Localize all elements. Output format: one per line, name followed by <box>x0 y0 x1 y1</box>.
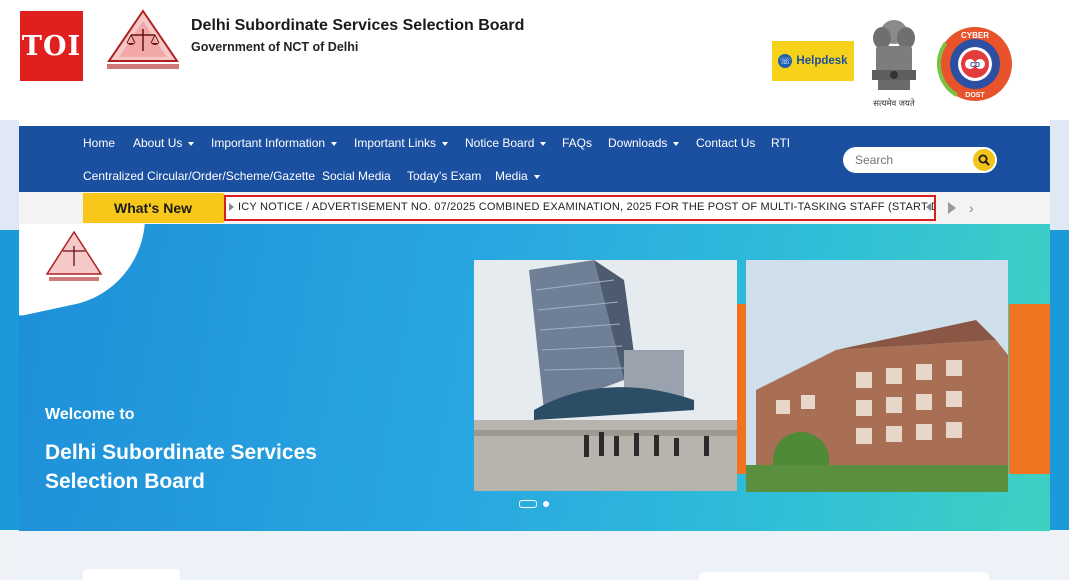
main-navigation: Home About Us Important Information Impo… <box>19 126 1050 192</box>
banner-title-line1: Delhi Subordinate Services <box>45 441 317 464</box>
nav-faqs[interactable]: FAQs <box>562 136 592 150</box>
news-ticker[interactable]: ICY NOTICE / ADVERTISEMENT NO. 07/2025 C… <box>224 195 936 221</box>
building-photo-office-block <box>746 260 1008 492</box>
helpdesk-label: Helpdesk <box>796 55 848 67</box>
banner-dsssb-logo <box>45 230 103 281</box>
caret-down-icon <box>533 174 540 179</box>
caret-down-icon <box>331 141 338 146</box>
hero-banner: Welcome to Delhi Subordinate Services Se… <box>19 224 1050 531</box>
carousel-dot[interactable] <box>543 501 549 507</box>
emblem-caption: सत्यमेव जयते <box>873 98 915 108</box>
content-tab[interactable] <box>83 569 180 580</box>
ticker-play-icon[interactable] <box>948 202 956 214</box>
caret-down-icon <box>442 141 449 146</box>
caret-down-icon <box>673 141 680 146</box>
nav-todays-exam[interactable]: Today's Exam <box>407 169 481 183</box>
nav-centralized-circular[interactable]: Centralized Circular/Order/Scheme/Gazett… <box>83 169 315 183</box>
nav-important-links[interactable]: Important Links <box>354 136 449 150</box>
site-title: Delhi Subordinate Services Selection Boa… <box>191 17 525 34</box>
national-emblem: सत्यमेव जयते <box>864 12 924 112</box>
nav-social-media[interactable]: Social Media <box>322 169 391 183</box>
dsssb-logo[interactable] <box>103 7 183 73</box>
content-section-top <box>19 531 1050 580</box>
whats-new-label: What's New <box>83 193 235 223</box>
banner-title: Delhi Subordinate Services Selection Boa… <box>45 438 317 496</box>
whats-new-bar: What's New ICY NOTICE / ADVERTISEMENT NO… <box>19 192 1050 224</box>
carousel-dot-active[interactable] <box>519 500 537 508</box>
ticker-text[interactable]: ICY NOTICE / ADVERTISEMENT NO. 07/2025 C… <box>238 201 934 213</box>
search-icon <box>978 154 990 166</box>
cyber-bottom-text: DOST <box>965 92 985 99</box>
search-input[interactable] <box>855 152 965 168</box>
nav-about-us[interactable]: About Us <box>133 136 195 150</box>
toi-badge: TOI <box>20 11 83 81</box>
search-button[interactable] <box>973 149 995 171</box>
banner-title-line2: Selection Board <box>45 470 205 493</box>
caret-down-icon <box>540 141 547 146</box>
site-subtitle: Government of NCT of Delhi <box>191 40 359 54</box>
nav-contact-us[interactable]: Contact Us <box>696 136 755 150</box>
helpdesk-button[interactable]: ☏ Helpdesk <box>772 41 854 81</box>
caret-down-icon <box>188 141 195 146</box>
ticker-bullet-icon <box>229 203 234 211</box>
ticker-prev-icon[interactable] <box>926 203 931 211</box>
dsssb-homepage: Delhi Subordinate Services Selection Boa… <box>19 0 1050 580</box>
content-card <box>699 572 989 580</box>
nav-home[interactable]: Home <box>83 136 115 150</box>
cyber-dost-logo[interactable]: CYBER DOST CD <box>937 26 1013 102</box>
banner-orange-stripe <box>1009 304 1050 474</box>
cyber-center-text: CD <box>970 62 980 69</box>
ticker-next-icon[interactable]: › <box>969 200 974 216</box>
nav-downloads[interactable]: Downloads <box>608 136 680 150</box>
banner-welcome: Welcome to <box>45 406 135 423</box>
building-photo-glass-tower <box>474 260 737 491</box>
nav-media[interactable]: Media <box>495 169 540 183</box>
lion-emblem-icon <box>872 20 916 90</box>
cyber-top-text: CYBER <box>961 31 989 40</box>
phone-icon: ☏ <box>778 54 793 68</box>
nav-notice-board[interactable]: Notice Board <box>465 136 547 150</box>
nav-rti[interactable]: RTI <box>771 136 790 150</box>
search-box <box>843 147 997 173</box>
nav-important-information[interactable]: Important Information <box>211 136 338 150</box>
